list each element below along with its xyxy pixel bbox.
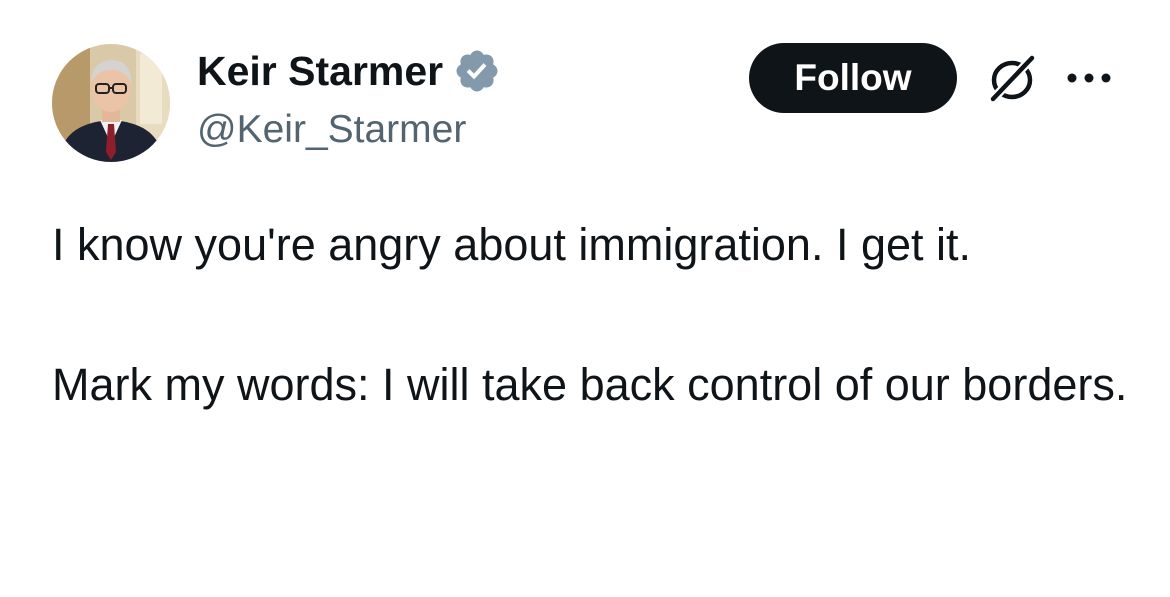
avatar[interactable]	[52, 44, 170, 162]
tweet-paragraph: I know you're angry about immigration. I…	[52, 219, 972, 270]
author-display-name[interactable]: Keir Starmer	[197, 48, 443, 95]
verified-badge-icon[interactable]	[453, 47, 501, 95]
tweet-text: I know you're angry about immigration. I…	[52, 210, 1132, 420]
more-icon[interactable]	[1066, 70, 1112, 86]
tweet-paragraph: Mark my words: I will take back control …	[52, 359, 1128, 410]
follow-button[interactable]: Follow	[749, 43, 957, 113]
author-handle[interactable]: @Keir_Starmer	[197, 108, 466, 152]
author-name-row[interactable]: Keir Starmer	[197, 46, 501, 96]
grok-icon[interactable]	[986, 53, 1038, 105]
avatar-image	[52, 44, 170, 162]
